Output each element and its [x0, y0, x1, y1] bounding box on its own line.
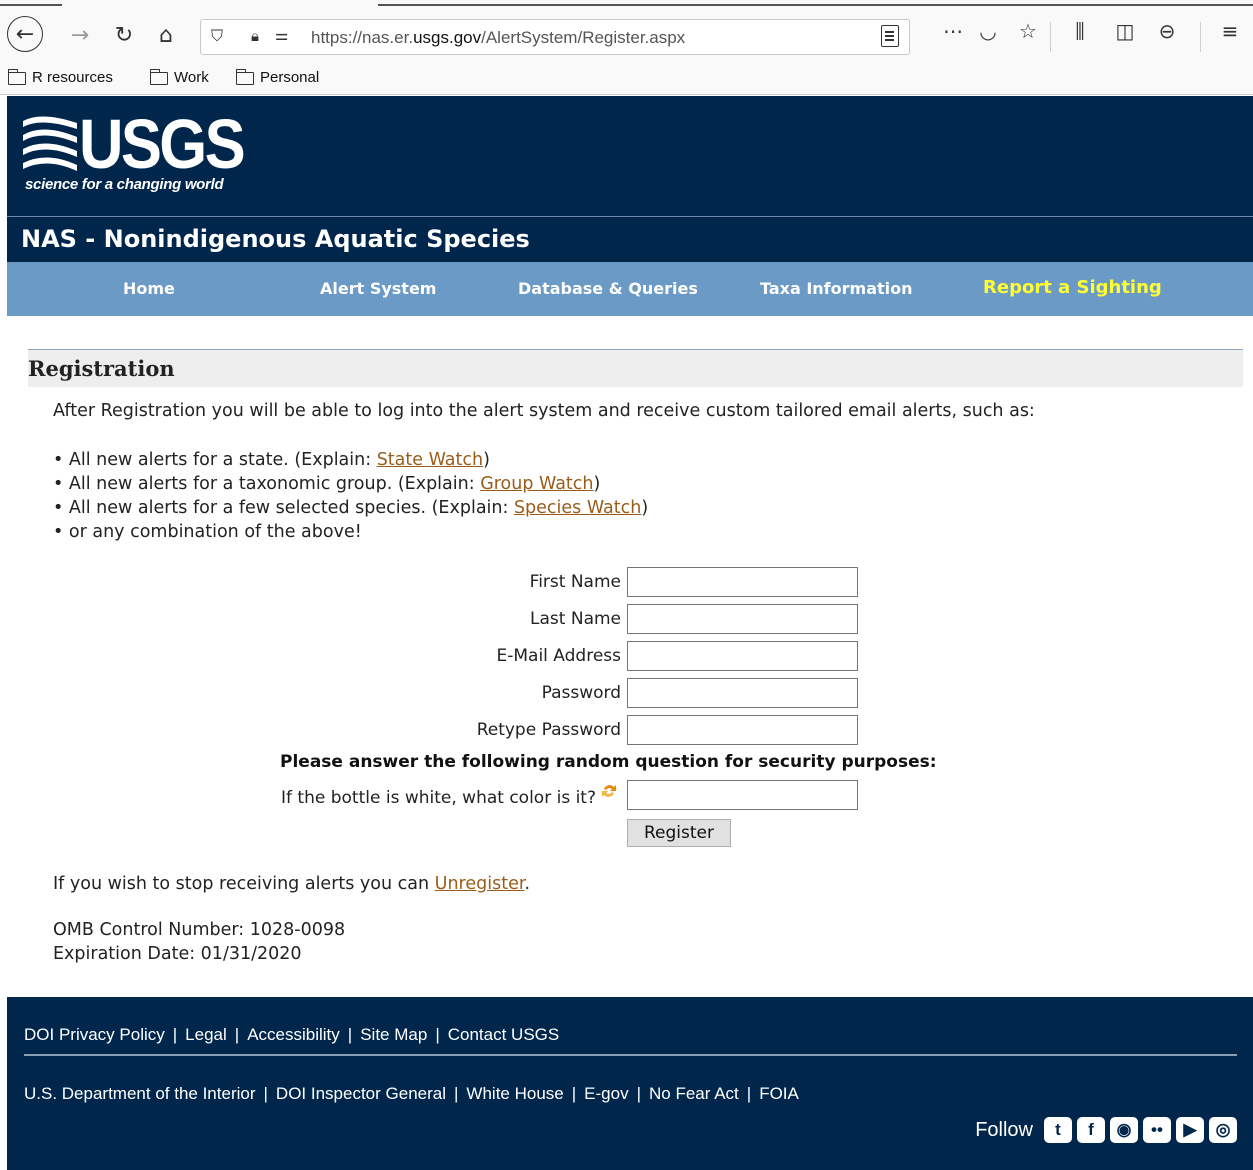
security-question-label: If the bottle is white, what color is it…	[281, 788, 596, 808]
footer-link-contact-usgs[interactable]: Contact USGS	[448, 1025, 560, 1044]
email-input[interactable]	[627, 641, 858, 671]
bookmark-star-icon[interactable]: ☆	[1013, 19, 1043, 43]
footer-links-row1: DOI Privacy Policy | Legal | Accessibility | S…	[24, 1025, 560, 1044]
species-watch-link[interactable]: Species Watch	[514, 498, 641, 518]
lock-icon[interactable]: 🔒︎	[251, 27, 259, 45]
security-answer-input[interactable]	[627, 780, 858, 810]
footer-link-site-map[interactable]: Site Map	[360, 1025, 427, 1044]
flickr-icon[interactable]: ••	[1143, 1117, 1171, 1143]
library-icon[interactable]: ⫼	[1065, 19, 1095, 43]
nav-database-queries[interactable]: Database & Queries	[518, 279, 698, 298]
state-watch-link[interactable]: State Watch	[377, 450, 483, 470]
expiration-date: Expiration Date: 01/31/2020	[53, 944, 302, 964]
footer-link-white-house[interactable]: White House	[466, 1084, 563, 1103]
twitter-icon[interactable]: t	[1044, 1117, 1072, 1143]
browser-toolbar: ← → ↻ ⌂ ⛉ 🔒︎ ⚌ https://nas.er.usgs.gov/A…	[0, 0, 1253, 64]
folder-icon	[235, 69, 254, 85]
list-item: • or any combination of the above!	[53, 522, 362, 542]
security-prompt: Please answer the following random quest…	[280, 752, 937, 772]
refresh-question-icon[interactable]	[600, 782, 618, 800]
registration-heading: Registration	[28, 356, 175, 381]
bookmark-personal[interactable]: Personal	[235, 69, 319, 86]
sidebar-icon[interactable]: ◫	[1110, 19, 1140, 43]
register-button[interactable]: Register	[627, 819, 731, 847]
main-nav: Home Alert System Database & Queries Tax…	[7, 262, 1253, 316]
password-input[interactable]	[627, 678, 858, 708]
email-label: E-Mail Address	[496, 646, 621, 666]
footer-links-row2: U.S. Department of the Interior | DOI Insp…	[24, 1084, 799, 1103]
registration-intro: After Registration you will be able to l…	[53, 401, 1035, 421]
last-name-label: Last Name	[530, 609, 621, 629]
forward-button[interactable]: →	[62, 17, 98, 53]
footer-link-legal[interactable]: Legal	[185, 1025, 227, 1044]
follow-social: Follow t f ◉ •• ▶ ◎	[975, 1117, 1237, 1143]
footer-link-no-fear-act[interactable]: No Fear Act	[649, 1084, 739, 1103]
pocket-icon[interactable]: ◡	[973, 19, 1003, 43]
unregister-text: If you wish to stop receiving alerts you…	[53, 874, 531, 894]
account-icon[interactable]: ⊖	[1152, 19, 1182, 43]
nav-alert-system[interactable]: Alert System	[320, 279, 436, 298]
permissions-icon[interactable]: ⚌	[275, 26, 288, 44]
list-item: • All new alerts for a few selected spec…	[53, 498, 649, 518]
usgs-waves-icon	[23, 116, 77, 171]
retype-password-input[interactable]	[627, 715, 858, 745]
facebook-icon[interactable]: f	[1077, 1117, 1105, 1143]
bookmark-r-resources[interactable]: R resources	[7, 69, 113, 86]
footer-link-egov[interactable]: E-gov	[584, 1084, 628, 1103]
folder-icon	[149, 69, 168, 85]
alert-types-list: • All new alerts for a state. (Explain: …	[53, 448, 648, 544]
reload-button[interactable]: ↻	[106, 17, 142, 53]
github-icon[interactable]: ◉	[1110, 1117, 1138, 1143]
site-header: USGS science for a changing world NAS - …	[7, 96, 1253, 262]
home-button[interactable]: ⌂	[148, 17, 184, 53]
list-item: • All new alerts for a taxonomic group. …	[53, 474, 601, 494]
url-bar[interactable]: ⛉ 🔒︎ ⚌ https://nas.er.usgs.gov/AlertSyst…	[200, 19, 910, 55]
follow-label: Follow	[975, 1118, 1033, 1141]
last-name-input[interactable]	[627, 604, 858, 634]
page-actions-icon[interactable]: ⋯	[938, 19, 968, 43]
site-title[interactable]: NAS - Nonindigenous Aquatic Species	[21, 225, 530, 253]
omb-control-number: OMB Control Number: 1028-0098	[53, 920, 346, 940]
logo-text: USGS	[79, 105, 246, 183]
group-watch-link[interactable]: Group Watch	[480, 474, 593, 494]
footer-link-accessibility[interactable]: Accessibility	[247, 1025, 340, 1044]
footer-link-doi-privacy[interactable]: DOI Privacy Policy	[24, 1025, 165, 1044]
registration-heading-bar: Registration	[28, 349, 1243, 387]
omb-info: OMB Control Number: 1028-0098 Expiration…	[53, 918, 345, 966]
bookmarks-bar: R resources Work Personal	[0, 64, 1253, 95]
list-item: • All new alerts for a state. (Explain: …	[53, 450, 490, 470]
folder-icon	[7, 69, 26, 85]
nav-taxa-information[interactable]: Taxa Information	[760, 279, 913, 298]
logo-tagline: science for a changing world	[25, 176, 224, 193]
password-label: Password	[541, 683, 621, 703]
instagram-icon[interactable]: ◎	[1209, 1117, 1237, 1143]
first-name-input[interactable]	[627, 567, 858, 597]
footer-link-inspector-general[interactable]: DOI Inspector General	[276, 1084, 446, 1103]
unregister-link[interactable]: Unregister	[435, 874, 525, 894]
nav-home[interactable]: Home	[123, 279, 175, 298]
menu-icon[interactable]: ≡	[1215, 19, 1245, 43]
nav-report-sighting[interactable]: Report a Sighting	[983, 277, 1162, 298]
youtube-icon[interactable]: ▶	[1176, 1117, 1204, 1143]
footer-link-interior[interactable]: U.S. Department of the Interior	[24, 1084, 256, 1103]
reader-view-icon[interactable]	[881, 25, 899, 47]
footer-link-foia[interactable]: FOIA	[759, 1084, 799, 1103]
first-name-label: First Name	[529, 572, 621, 592]
retype-password-label: Retype Password	[476, 720, 621, 740]
back-button[interactable]: ←	[7, 16, 43, 52]
url-text[interactable]: https://nas.er.usgs.gov/AlertSystem/Regi…	[311, 28, 685, 48]
site-footer: DOI Privacy Policy | Legal | Accessibility | S…	[7, 997, 1253, 1170]
tracking-shield-icon[interactable]: ⛉	[211, 26, 223, 46]
bookmark-work[interactable]: Work	[149, 69, 209, 86]
